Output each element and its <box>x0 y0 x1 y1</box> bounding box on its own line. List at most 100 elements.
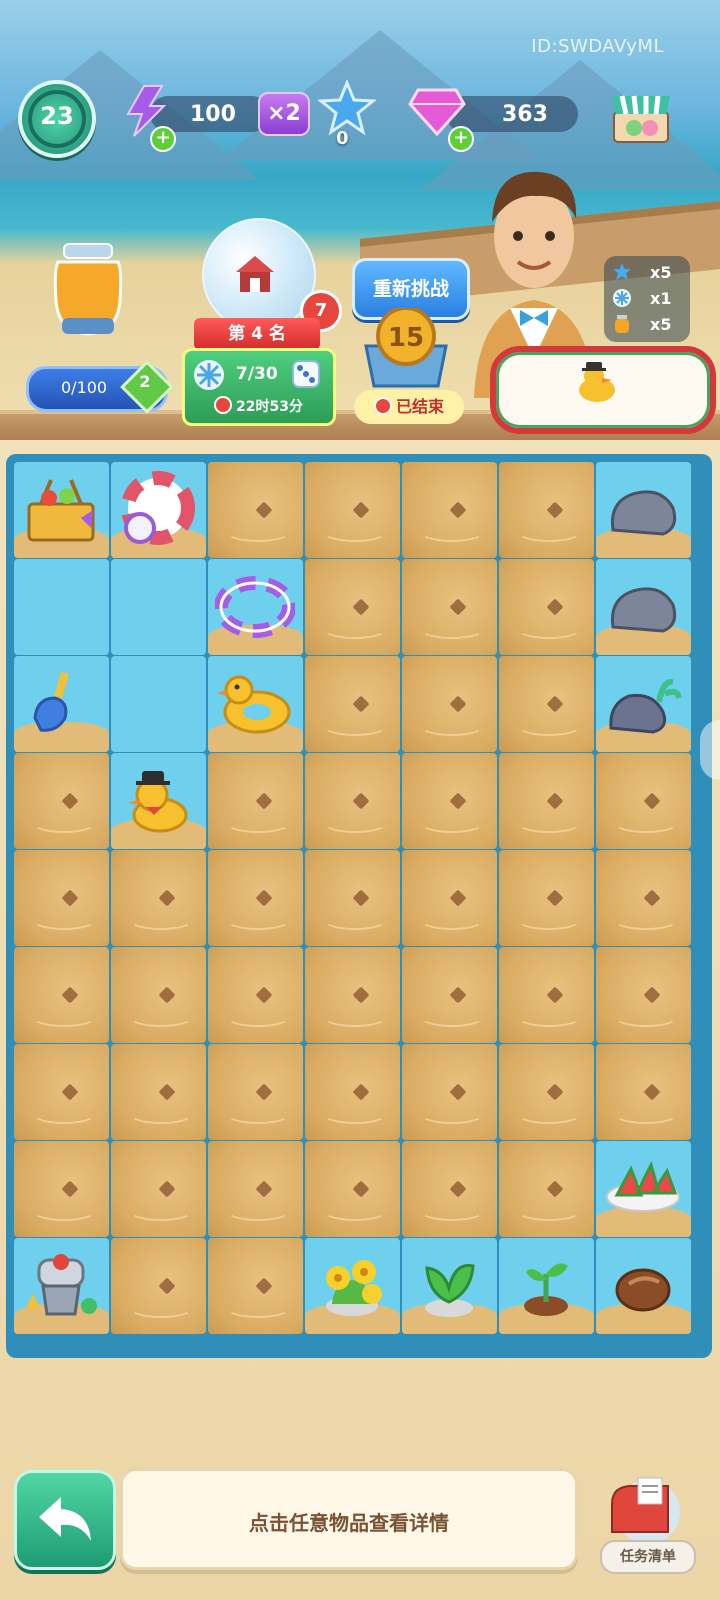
sand-tile[interactable] <box>111 1044 206 1140</box>
swim-ring-purple-tile[interactable] <box>208 559 303 655</box>
sand-tile[interactable] <box>14 1141 109 1237</box>
sand-tile[interactable] <box>596 1044 691 1140</box>
level-badge[interactable]: 23 <box>18 80 96 158</box>
gem-value: 363 <box>502 102 548 127</box>
sand-tile[interactable] <box>499 1141 594 1237</box>
sand-tile[interactable] <box>305 656 400 752</box>
sand-tile[interactable] <box>499 559 594 655</box>
sand-tile[interactable] <box>499 753 594 849</box>
sand-tile[interactable] <box>14 753 109 849</box>
picnic-basket-icon <box>27 479 95 542</box>
coin-value: 15 <box>388 323 424 353</box>
star-icon <box>613 263 631 280</box>
juicer-tile[interactable] <box>14 1238 109 1334</box>
merge-board <box>6 454 712 1358</box>
side-drawer-handle[interactable] <box>700 720 720 780</box>
sand-tile[interactable] <box>402 559 497 655</box>
empty-tile[interactable] <box>111 559 206 655</box>
hint-box: 点击任意物品查看详情 <box>120 1468 578 1570</box>
sand-tile[interactable] <box>208 947 303 1043</box>
empty-tile[interactable] <box>14 559 109 655</box>
empty-tile[interactable] <box>111 656 206 752</box>
sand-tile[interactable] <box>111 1238 206 1334</box>
swim-ring-striped-icon <box>121 471 195 545</box>
rock-plant-tile[interactable] <box>596 656 691 752</box>
sand-tile[interactable] <box>305 753 400 849</box>
shop-icon[interactable] <box>608 82 674 148</box>
shovel-tile[interactable] <box>14 656 109 752</box>
sand-tile[interactable] <box>208 1044 303 1140</box>
sand-tile[interactable] <box>499 462 594 558</box>
watermelon-tile[interactable] <box>596 1141 691 1237</box>
picnic-basket-tile[interactable] <box>14 462 109 558</box>
sand-tile[interactable] <box>402 947 497 1043</box>
sand-tile[interactable] <box>596 753 691 849</box>
sand-tile[interactable] <box>499 850 594 946</box>
sand-tile[interactable] <box>111 1141 206 1237</box>
sand-tile[interactable] <box>596 850 691 946</box>
sand-tile[interactable] <box>14 850 109 946</box>
swim-ring-purple-icon <box>215 576 295 638</box>
sand-tile[interactable] <box>305 559 400 655</box>
sand-tile[interactable] <box>208 1238 303 1334</box>
rock-tile[interactable] <box>596 462 691 558</box>
hint-text: 点击任意物品查看详情 <box>249 1511 449 1535</box>
sand-tile[interactable] <box>402 462 497 558</box>
player-id: ID:SWDAVyML <box>531 36 664 57</box>
sprout-tile[interactable] <box>499 1238 594 1334</box>
sand-tile[interactable] <box>14 1044 109 1140</box>
sand-tile[interactable] <box>402 850 497 946</box>
seed-tile[interactable] <box>596 1238 691 1334</box>
sand-tile[interactable] <box>402 656 497 752</box>
clock-icon <box>214 396 232 414</box>
challenge-status-text: 已结束 <box>395 397 444 416</box>
sand-tile[interactable] <box>499 656 594 752</box>
sand-tile[interactable] <box>208 462 303 558</box>
coin-box-icon: 15 <box>364 308 448 388</box>
sand-tile[interactable] <box>499 947 594 1043</box>
honey-jar-icon[interactable] <box>46 240 130 340</box>
rock-icon <box>610 490 677 536</box>
level-number: 23 <box>40 102 74 130</box>
task-list-button[interactable]: 任务清单 <box>600 1540 696 1574</box>
sand-tile[interactable] <box>208 1141 303 1237</box>
rock-tile[interactable] <box>596 559 691 655</box>
green-plant-tile[interactable] <box>402 1238 497 1334</box>
event-timer: 22时53分 <box>214 396 303 416</box>
rank-ribbon: 第 4 名 <box>194 318 320 350</box>
back-button[interactable] <box>14 1470 116 1570</box>
swim-ring-striped-tile[interactable] <box>111 462 206 558</box>
challenge-status: 已结束 <box>354 390 464 424</box>
reward-qty: x5 <box>650 263 672 282</box>
sand-tile[interactable] <box>499 1044 594 1140</box>
duck-hat-tile[interactable] <box>111 753 206 849</box>
sand-tile[interactable] <box>111 850 206 946</box>
rubber-duck-hat-icon <box>579 362 615 402</box>
top-hud: ID:SWDAVyML 23 100 + ×2 0 363 + 0/100 2 <box>0 0 720 440</box>
sand-tile[interactable] <box>402 1044 497 1140</box>
sand-tile[interactable] <box>111 947 206 1043</box>
duck-float-tile[interactable] <box>208 656 303 752</box>
mailbox-icon[interactable] <box>598 1474 684 1544</box>
sand-tile[interactable] <box>305 1141 400 1237</box>
yellow-flowers-tile[interactable] <box>305 1238 400 1334</box>
honey-progress-text: 0/100 <box>61 378 108 397</box>
sand-tile[interactable] <box>305 850 400 946</box>
duck-hat-icon <box>128 771 188 833</box>
sand-tile[interactable] <box>208 850 303 946</box>
sand-tile[interactable] <box>305 1044 400 1140</box>
sand-tile[interactable] <box>402 1141 497 1237</box>
sand-tile[interactable] <box>596 947 691 1043</box>
dice-icon <box>292 360 320 388</box>
add-energy-button[interactable]: + <box>150 126 176 152</box>
sand-tile[interactable] <box>14 947 109 1043</box>
sand-tile[interactable] <box>402 753 497 849</box>
add-gems-button[interactable]: + <box>448 126 474 152</box>
multiplier-button[interactable]: ×2 <box>258 92 310 136</box>
sand-tile[interactable] <box>208 753 303 849</box>
sand-tile[interactable] <box>305 462 400 558</box>
clock-icon <box>373 397 392 415</box>
duck-float-icon <box>217 675 291 734</box>
sand-tile[interactable] <box>305 947 400 1043</box>
snowflake-icon <box>194 360 224 390</box>
